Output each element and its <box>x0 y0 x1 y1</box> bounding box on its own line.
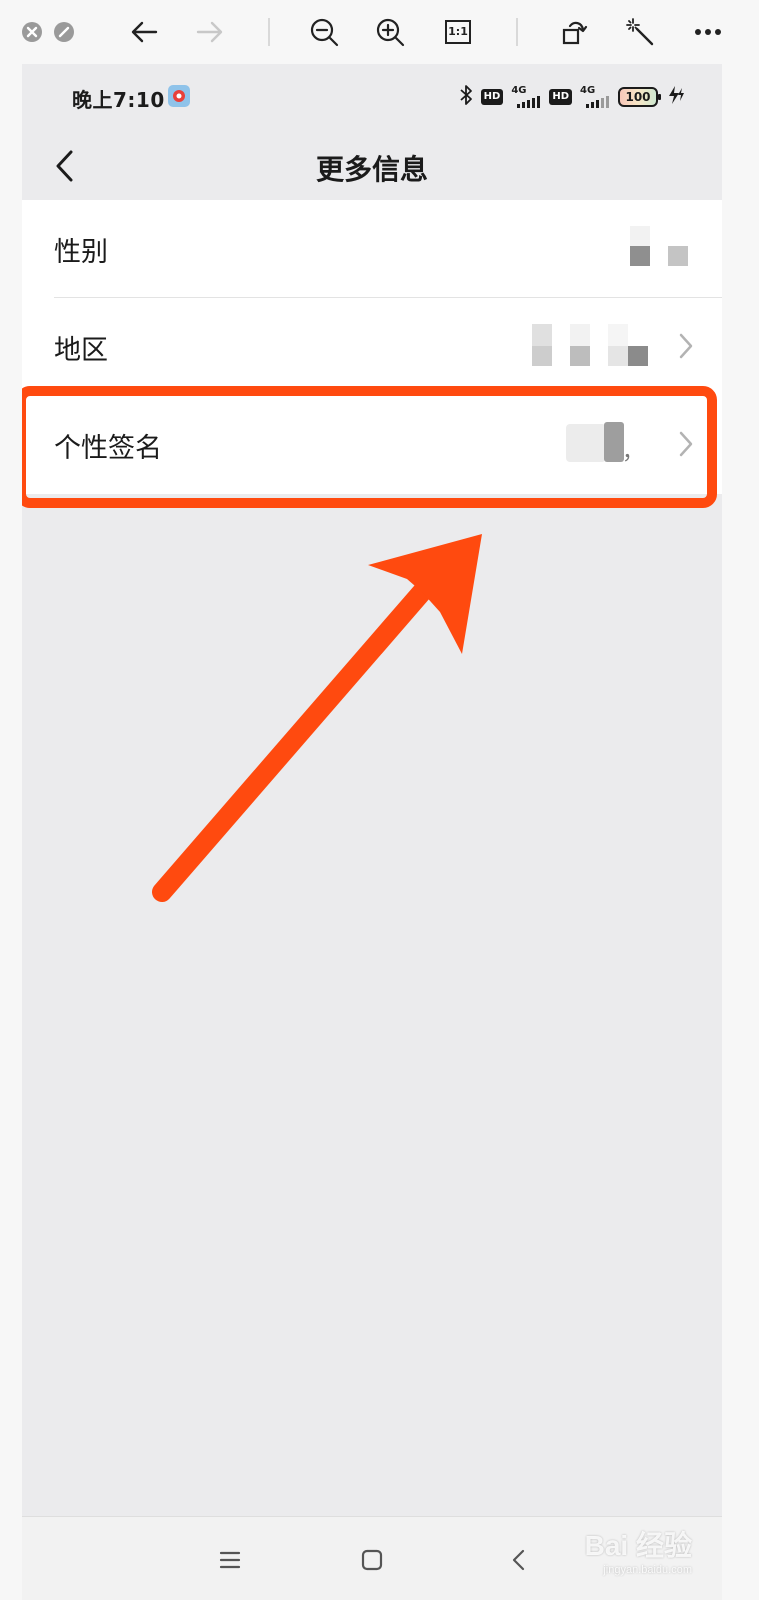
toolbar-separator <box>516 18 518 46</box>
list-item-label: 地区 <box>54 335 108 366</box>
more-icon[interactable] <box>690 14 726 50</box>
watermark-subtext: jingyan.baidu.com <box>603 1564 692 1576</box>
signal-icon: 4G <box>511 86 541 108</box>
viewer-toolbar: 1:1 <box>0 0 759 64</box>
signature-suffix: ， <box>622 440 645 465</box>
network-type-2: 4G <box>580 85 596 96</box>
network-type: 4G <box>511 85 527 96</box>
status-indicators: HD 4G HD 4G 100 <box>459 84 686 110</box>
charging-icon <box>666 85 686 109</box>
actual-size-icon[interactable]: 1:1 <box>440 14 476 50</box>
page-title: 更多信息 <box>315 153 428 186</box>
actual-size-label: 1:1 <box>445 20 471 44</box>
battery-indicator: 100 <box>618 87 661 107</box>
rotate-icon[interactable] <box>556 14 592 50</box>
list-item-label: 性别 <box>54 237 108 268</box>
status-bar: 晚上7:10 HD 4G HD 4G 100 <box>22 64 722 130</box>
chevron-right-icon <box>679 333 693 359</box>
list-item-signature[interactable]: 个性签名 ， <box>22 396 722 494</box>
back-icon[interactable] <box>503 1545 533 1575</box>
chevron-right-icon <box>679 431 693 457</box>
phone-screen: 晚上7:10 HD 4G HD 4G 100 更多信息 性别 地区 个性签名 ，… <box>22 64 722 1600</box>
forward-arrow-icon[interactable] <box>192 14 228 50</box>
list-item-gender[interactable]: 性别 <box>22 200 722 298</box>
zoom-out-icon[interactable] <box>306 14 342 50</box>
watermark-text: Bai 经验 <box>584 1530 692 1561</box>
hd-badge: HD <box>480 89 504 105</box>
bluetooth-icon <box>459 84 473 110</box>
list-item-region[interactable]: 地区 <box>22 298 722 396</box>
menu-icon[interactable] <box>215 1545 245 1575</box>
hd-badge-2: HD <box>549 89 572 105</box>
home-icon[interactable] <box>357 1545 387 1575</box>
magic-wand-icon[interactable] <box>622 14 658 50</box>
blurred-value <box>532 324 672 368</box>
blurred-value <box>630 226 692 270</box>
status-time: 晚上7:10 <box>72 88 165 112</box>
toolbar-separator <box>268 18 270 46</box>
back-arrow-icon[interactable] <box>126 14 162 50</box>
list-item-label: 个性签名 <box>54 433 162 464</box>
nav-bar: 更多信息 <box>22 130 722 200</box>
settings-list: 性别 地区 个性签名 ， <box>22 200 722 494</box>
close-icon[interactable] <box>14 14 50 50</box>
watermark: Bai 经验 jingyan.baidu.com <box>585 1524 692 1576</box>
minimize-icon[interactable] <box>46 14 82 50</box>
blurred-value: ， <box>566 422 645 466</box>
signal-icon-2: 4G <box>580 86 610 108</box>
zoom-in-icon[interactable] <box>372 14 408 50</box>
notification-app-icon <box>168 85 190 107</box>
